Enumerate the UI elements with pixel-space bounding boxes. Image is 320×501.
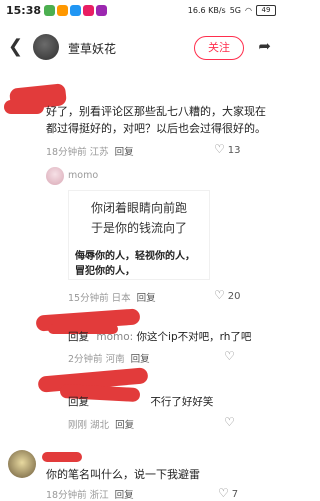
header-bar: ❮ 萱草妖花 关注 ➦ <box>0 26 280 68</box>
comment-meta: 18分钟前 江苏 回复 <box>46 147 134 158</box>
status-time: 15:38 <box>6 4 42 17</box>
comment-text: 好了，别看评论区那些乱七八糟的，大家现在都过得挺好的，对吧？以后也会过得很好的。 <box>46 105 266 135</box>
heart-icon: ♡ <box>218 486 229 500</box>
share-icon[interactable]: ➦ <box>258 37 271 55</box>
app-notification-icon <box>44 5 55 16</box>
reply-button[interactable]: 回复 <box>115 147 134 158</box>
wifi-icon: ◠ <box>245 6 252 15</box>
network-speed: 16.6 KB/s <box>187 6 226 15</box>
app-notification-icon <box>57 5 68 16</box>
image-line-2: 于是你的钱流向了 <box>90 221 187 235</box>
comment-meta: 15分钟前 日本 回复 <box>68 293 156 304</box>
avatar[interactable] <box>8 450 36 478</box>
comment-text: 回复 不行了好好笑 <box>68 396 214 408</box>
like-button[interactable]: ♡ 13 <box>214 142 241 156</box>
comment-text: 你的笔名叫什么，说一下我避雷 <box>46 468 200 481</box>
heart-icon: ♡ <box>214 142 225 156</box>
like-button[interactable]: ♡ <box>224 349 238 363</box>
image-caption: 侮辱你的人，轻视你的人，冒犯你的人， <box>75 251 195 277</box>
battery-icon: 49 <box>256 5 276 16</box>
system-indicators: 16.6 KB/s 5G ◠ 49 <box>188 5 276 16</box>
avatar[interactable] <box>46 167 64 185</box>
app-notification-icon <box>83 5 94 16</box>
app-notification-icon <box>70 5 81 16</box>
redaction-mark <box>4 100 44 114</box>
heart-icon: ♡ <box>224 415 235 429</box>
like-button[interactable]: ♡ 20 <box>214 288 241 302</box>
like-button[interactable]: ♡ <box>224 415 238 429</box>
image-line-1: 你闭着眼睛向前跑 <box>90 201 187 215</box>
reply-button[interactable]: 回复 <box>115 490 134 501</box>
comment-text: 回复 momo: 你这个ip不对吧，rh了吧 <box>68 331 252 343</box>
reply-button[interactable]: 回复 <box>115 420 134 431</box>
comment-meta: 2分钟前 河南 回复 <box>68 354 150 365</box>
like-button[interactable]: ♡ 7 <box>218 486 238 500</box>
reply-button[interactable]: 回复 <box>137 293 156 304</box>
reply-button[interactable]: 回复 <box>131 354 150 365</box>
comment-meta: 刚刚 湖北 回复 <box>68 420 135 431</box>
reply-target[interactable]: momo: <box>96 331 133 343</box>
signal-label: 5G <box>229 6 242 15</box>
follow-button[interactable]: 关注 <box>194 36 244 60</box>
notification-icons <box>44 5 107 16</box>
comment-username[interactable]: momo <box>68 170 98 181</box>
comment-meta: 18分钟前 浙江 回复 <box>46 490 134 501</box>
page-title[interactable]: 萱草妖花 <box>68 40 116 57</box>
back-icon[interactable]: ❮ <box>8 36 23 57</box>
heart-icon: ♡ <box>224 349 235 363</box>
app-notification-icon <box>96 5 107 16</box>
status-bar: 15:38 16.6 KB/s 5G ◠ 49 <box>0 0 280 22</box>
redaction-mark <box>42 452 82 462</box>
heart-icon: ♡ <box>214 288 225 302</box>
comment-image[interactable]: 你闭着眼睛向前跑 于是你的钱流向了 侮辱你的人，轻视你的人，冒犯你的人， <box>68 190 210 280</box>
avatar[interactable] <box>33 34 59 60</box>
